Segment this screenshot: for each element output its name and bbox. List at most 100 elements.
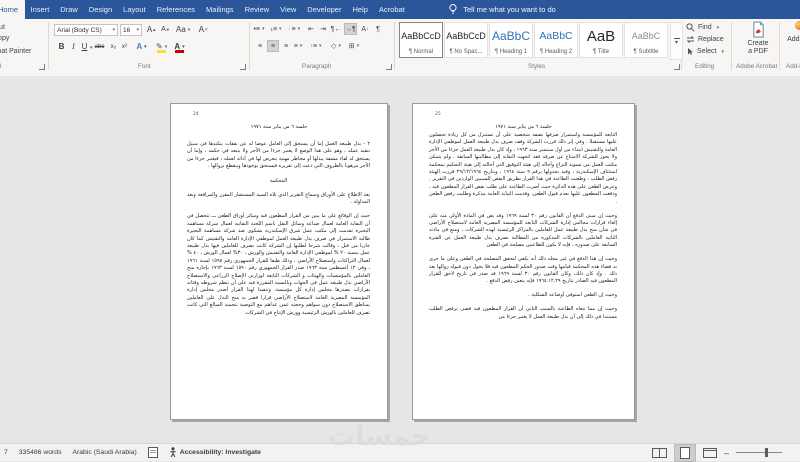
style-label: ¶ No Spac... xyxy=(450,49,483,57)
format-painter-button[interactable]: Format Painter xyxy=(0,48,31,55)
tab-design[interactable]: Design xyxy=(83,0,117,19)
increase-indent-button[interactable]: ⇥ xyxy=(317,23,329,35)
change-case-button[interactable]: Aa▾ xyxy=(176,23,190,36)
borders-button[interactable]: ⊞▾ xyxy=(348,40,360,52)
numbering-button[interactable]: 1≡▾ xyxy=(270,23,282,35)
tab-references[interactable]: References xyxy=(151,0,200,19)
decrease-indent-button[interactable]: ⇤ xyxy=(305,23,317,35)
styles-dialog-launcher[interactable] xyxy=(674,64,680,70)
find-button[interactable]: Find ▾ xyxy=(686,23,719,32)
tab-home[interactable]: Home xyxy=(0,0,25,19)
align-right-button[interactable]: ≡ xyxy=(280,40,292,52)
subscript-button[interactable]: x₂ xyxy=(108,40,119,53)
paragraph: المحكمة xyxy=(187,178,370,185)
chevron-down-icon: ▾ xyxy=(721,49,724,55)
add-ins-button[interactable]: Add-ins xyxy=(784,21,800,43)
font-dialog-launcher[interactable] xyxy=(240,64,246,70)
tab-acrobat[interactable]: Acrobat xyxy=(373,0,410,19)
grow-font-button[interactable]: A▲ xyxy=(146,23,157,36)
tab-layout[interactable]: Layout xyxy=(118,0,152,19)
line-spacing-button[interactable]: ↕≡▾ xyxy=(310,40,322,52)
font-color-button[interactable]: A▾ xyxy=(174,40,185,53)
style-preview: AaBbC xyxy=(492,23,530,49)
tell-me[interactable]: Tell me what you want to do xyxy=(448,0,556,19)
chevron-down-icon[interactable]: ▾ xyxy=(90,45,93,51)
ltr-text-direction-button[interactable]: ¶← xyxy=(330,23,342,35)
chevron-down-icon: ▾ xyxy=(182,44,185,50)
print-layout-icon xyxy=(680,447,690,459)
word-count[interactable]: 335486 words xyxy=(19,449,62,456)
accessibility-label: Accessibility: Investigate xyxy=(180,449,261,456)
group-separator xyxy=(731,22,732,70)
align-center-button[interactable]: ≡ xyxy=(267,40,279,52)
style-nospac[interactable]: AaBbCcD¶ No Spac... xyxy=(444,22,488,58)
ribbon: Cut Copy Format Painter Clipboard Arial … xyxy=(0,19,800,77)
read-mode-button[interactable] xyxy=(652,448,667,458)
document-page-25[interactable]: 25 جلسة ٦ من يناير سنة ١٩٧١ التابعة للمؤ… xyxy=(412,103,635,420)
document-canvas: 24 جلسة ٦ من يناير سنة ١٩٧١ ٢ - بدل طبيع… xyxy=(0,76,800,443)
bullets-button[interactable]: •≡▾ xyxy=(253,23,265,35)
chevron-down-icon: ▾ xyxy=(300,43,303,49)
style-subtitle[interactable]: AaBbC¶ Subtitle xyxy=(624,22,668,58)
paragraph: وحيث إن مما تنعاه الطاعنة بالسبب الثاني … xyxy=(429,306,617,321)
clear-formatting-button[interactable]: A✕ xyxy=(198,23,209,36)
font-name-select[interactable]: Arial (Body CS) ▾ xyxy=(54,24,118,36)
clipboard-dialog-launcher[interactable] xyxy=(39,64,45,70)
create-pdf-button[interactable]: Create a PDF xyxy=(740,21,776,56)
accessibility-checker[interactable]: Accessibility: Investigate xyxy=(169,447,261,458)
style-label: ¶ Heading 2 xyxy=(540,49,572,57)
more-line-icon xyxy=(674,38,680,39)
style-heading1[interactable]: AaBbC¶ Heading 1 xyxy=(489,22,533,58)
page-indicator[interactable]: 7 xyxy=(4,449,8,456)
select-button[interactable]: Select ▾ xyxy=(686,47,724,56)
tab-review[interactable]: Review xyxy=(239,0,275,19)
spellcheck-icon[interactable] xyxy=(148,447,158,458)
tab-developer[interactable]: Developer xyxy=(302,0,347,19)
zoom-slider[interactable] xyxy=(736,452,782,453)
highlight-color-button[interactable]: ✎▾ xyxy=(156,40,167,53)
rtl-text-direction-button[interactable]: →¶ xyxy=(344,23,357,35)
shrink-font-button[interactable]: A▼ xyxy=(160,23,171,36)
style-preview: AaBbC xyxy=(632,23,661,49)
paragraph-dialog-launcher[interactable] xyxy=(386,64,392,70)
sort-button[interactable]: A↓ xyxy=(359,23,371,35)
style-heading2[interactable]: AaBbC¶ Heading 2 xyxy=(534,22,578,58)
language-indicator[interactable]: Arabic (Saudi Arabia) xyxy=(72,449,136,456)
shading-button[interactable]: ◇▾ xyxy=(330,40,342,52)
show-paragraph-marks-button[interactable]: ¶ xyxy=(372,23,384,35)
style-label: ¶ Title xyxy=(593,49,609,57)
zoom-out-button[interactable]: – xyxy=(724,448,729,458)
chevron-down-icon: ▾ xyxy=(717,25,720,31)
bold-button[interactable]: B xyxy=(56,40,67,53)
align-left-button[interactable]: ≡ xyxy=(254,40,266,52)
tab-mailings[interactable]: Mailings xyxy=(201,0,240,19)
style-title[interactable]: AaB¶ Title xyxy=(579,22,623,58)
tell-me-label: Tell me what you want to do xyxy=(463,5,556,14)
font-size-select[interactable]: 16 ▾ xyxy=(120,24,142,36)
strikethrough-button[interactable]: abc xyxy=(94,40,105,53)
justify-button[interactable]: ≡▾ xyxy=(292,40,304,52)
style-normal[interactable]: AaBbCcD¶ Normal xyxy=(399,22,443,58)
underline-button[interactable]: U xyxy=(79,40,90,53)
styles-gallery-more[interactable]: ▾ xyxy=(670,22,683,60)
zoom-slider-handle[interactable] xyxy=(765,448,768,457)
italic-button[interactable]: I xyxy=(68,40,79,53)
text-effects-button[interactable]: A▾ xyxy=(136,40,147,53)
tab-help[interactable]: Help xyxy=(347,0,373,19)
print-layout-button[interactable] xyxy=(674,444,696,462)
styles-gallery: AaBbCcD¶ NormalAaBbCcD¶ No Spac...AaBbC¶… xyxy=(399,22,668,58)
superscript-button[interactable]: x² xyxy=(119,40,130,53)
paragraph-group-label: Paragraph xyxy=(302,63,331,70)
paragraph: بعد الاطلاع على الأوراق وسماع التقرير ال… xyxy=(187,192,370,207)
document-page-24[interactable]: 24 جلسة ٦ من يناير سنة ١٩٧١ ٢ - بدل طبيع… xyxy=(170,103,388,420)
page-body-text: ٢ - بدل طبيعة العمل إما أن يستحق إلى الع… xyxy=(187,141,370,324)
tab-view[interactable]: View xyxy=(275,0,302,19)
replace-button[interactable]: Replace xyxy=(686,35,724,44)
web-layout-button[interactable] xyxy=(703,448,717,458)
cut-button[interactable]: Cut xyxy=(0,24,5,31)
tab-insert[interactable]: Insert xyxy=(25,0,55,19)
copy-button[interactable]: Copy xyxy=(0,35,9,42)
chevron-down-icon: ▾ xyxy=(188,27,191,33)
multilevel-list-button[interactable]: ⋮≡▾ xyxy=(287,23,300,35)
tab-draw[interactable]: Draw xyxy=(55,0,84,19)
